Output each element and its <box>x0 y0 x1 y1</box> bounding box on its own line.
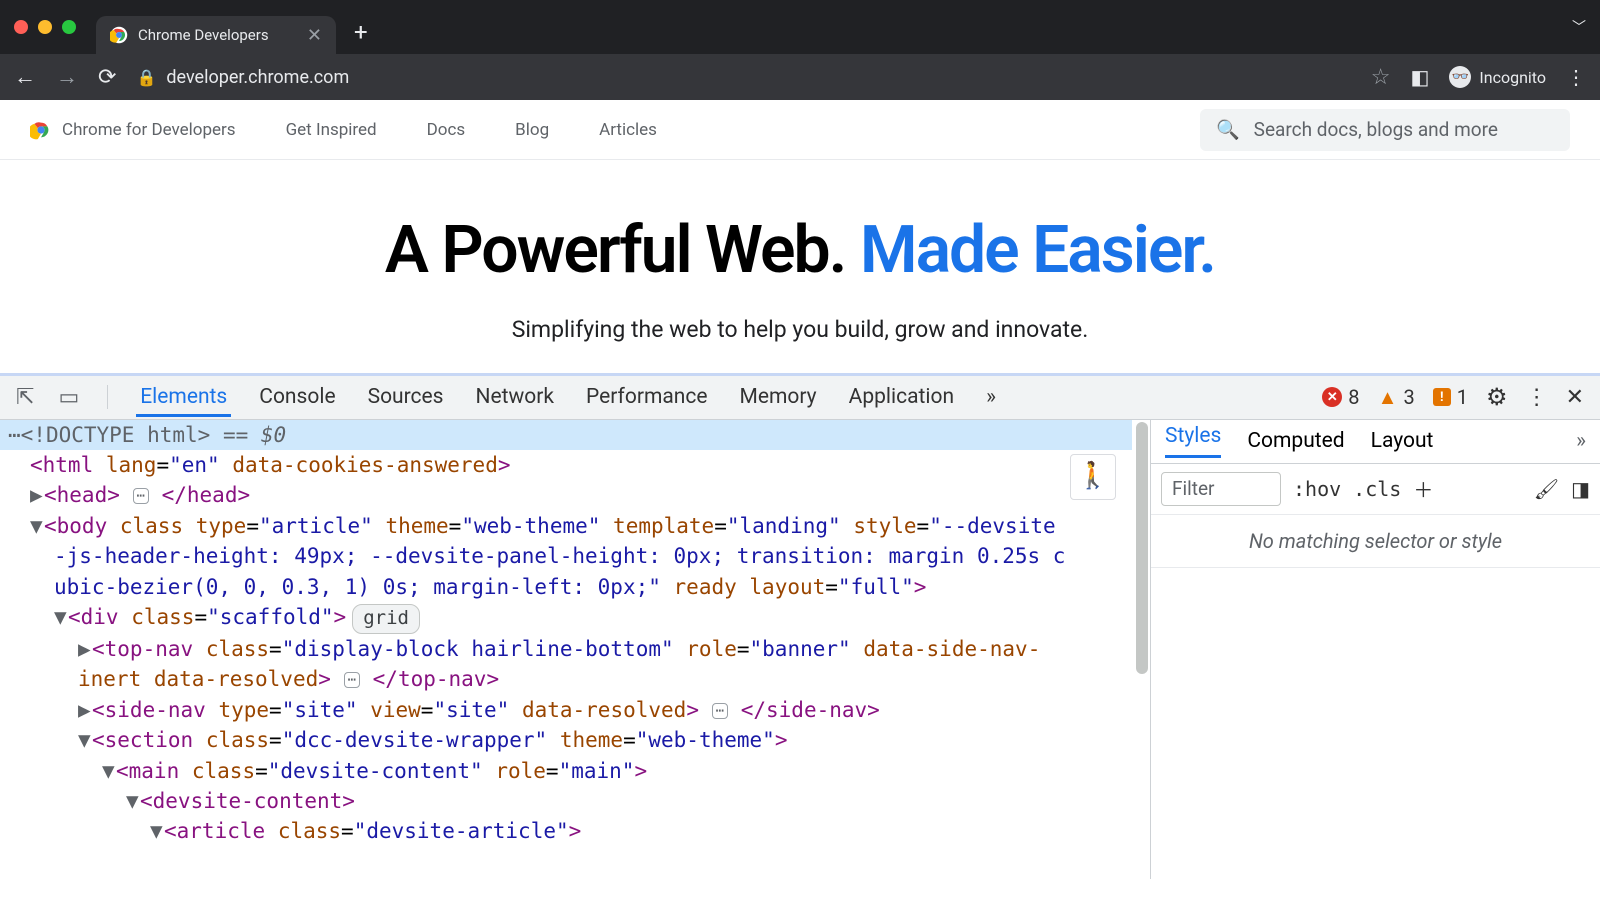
panel-button[interactable]: ◧ <box>1410 65 1429 89</box>
styles-overflow[interactable]: » <box>1576 429 1586 453</box>
tab-sources[interactable]: Sources <box>364 377 448 417</box>
tab-title: Chrome Developers <box>138 26 269 44</box>
no-matching-selector: No matching selector or style <box>1151 515 1600 568</box>
hero-section: A Powerful Web. Made Easier. Simplifying… <box>0 160 1600 373</box>
address-bar[interactable]: 🔒 developer.chrome.com <box>136 67 1350 88</box>
devtools-body: 🚶 ⋯<!DOCTYPE html> == $0 <html lang="en"… <box>0 420 1600 879</box>
browser-tab[interactable]: Chrome Developers ✕ <box>96 16 336 54</box>
new-tab-button[interactable]: + <box>354 18 368 46</box>
tabs-overflow[interactable]: » <box>982 377 1000 417</box>
dom-node-body-cont1[interactable]: -js-header-height: 49px; --devsite-panel… <box>0 541 1132 571</box>
site-header: Chrome for Developers Get Inspired Docs … <box>0 100 1600 160</box>
bookmark-button[interactable]: ☆ <box>1371 65 1391 90</box>
dom-node-sidenav[interactable]: ▶<side-nav type="site" view="site" data-… <box>0 695 1132 725</box>
hero-subtitle: Simplifying the web to help you build, g… <box>0 316 1600 343</box>
nav-articles[interactable]: Articles <box>599 120 657 140</box>
dom-node-html[interactable]: <html lang="en" data-cookies-answered> <box>0 450 1132 480</box>
dom-node-devsite-content[interactable]: ▼<devsite-content> <box>0 786 1132 816</box>
paint-icon[interactable]: 🖌 <box>1534 477 1559 501</box>
settings-icon[interactable]: ⚙ <box>1486 383 1508 411</box>
styles-tabbar: Styles Computed Layout » <box>1151 420 1600 464</box>
tab-console[interactable]: Console <box>255 377 339 417</box>
search-icon: 🔍 <box>1216 118 1240 141</box>
back-button[interactable]: ← <box>14 64 36 90</box>
nav-blog[interactable]: Blog <box>515 120 549 140</box>
dom-node-head[interactable]: ▶<head> ⋯ </head> <box>0 480 1132 510</box>
issue-count[interactable]: !1 <box>1433 385 1468 409</box>
close-window-button[interactable] <box>14 20 28 34</box>
sidepanel-icon[interactable]: ◨ <box>1571 477 1590 501</box>
window-titlebar: Chrome Developers ✕ + ﹀ <box>0 0 1600 54</box>
separator <box>107 385 108 409</box>
dom-node-section[interactable]: ▼<section class="dcc-devsite-wrapper" th… <box>0 725 1132 755</box>
site-brand[interactable]: Chrome for Developers <box>30 119 236 141</box>
dom-node-main[interactable]: ▼<main class="devsite-content" role="mai… <box>0 756 1132 786</box>
incognito-icon: 👓 <box>1449 66 1471 88</box>
dom-node-body[interactable]: ▼<body class type="article" theme="web-t… <box>0 511 1132 541</box>
tab-performance[interactable]: Performance <box>582 377 711 417</box>
tab-application[interactable]: Application <box>845 377 958 417</box>
hero-title: A Powerful Web. Made Easier. <box>0 215 1600 288</box>
close-tab-button[interactable]: ✕ <box>307 25 322 46</box>
error-icon: ✕ <box>1322 387 1342 407</box>
search-input[interactable]: 🔍 Search docs, blogs and more <box>1200 109 1570 151</box>
scrollbar[interactable] <box>1134 420 1150 879</box>
nav-docs[interactable]: Docs <box>427 120 466 140</box>
lock-icon: 🔒 <box>136 68 156 87</box>
url-text: developer.chrome.com <box>166 67 349 88</box>
reload-button[interactable]: ⟳ <box>98 65 116 90</box>
device-toggle-icon[interactable]: ▭ <box>58 385 79 410</box>
styles-filter-input[interactable]: Filter <box>1161 472 1281 506</box>
chrome-logo-icon <box>30 119 52 141</box>
forward-button[interactable]: → <box>56 64 78 90</box>
maximize-window-button[interactable] <box>62 20 76 34</box>
page-content: Chrome for Developers Get Inspired Docs … <box>0 100 1600 373</box>
tab-computed[interactable]: Computed <box>1247 429 1344 453</box>
dom-node-scaffold[interactable]: ▼<div class="scaffold">grid <box>0 602 1132 634</box>
tab-layout[interactable]: Layout <box>1371 429 1434 453</box>
inspect-icon[interactable]: ⇱ <box>16 385 34 410</box>
chrome-icon <box>110 26 128 44</box>
more-icon[interactable]: ⋮ <box>1526 385 1548 410</box>
styles-pane: Styles Computed Layout » Filter :hov .cl… <box>1150 420 1600 879</box>
chrome-menu-button[interactable]: ⋮ <box>1566 65 1586 89</box>
brand-text: Chrome for Developers <box>62 120 236 140</box>
dom-node-topnav-cont[interactable]: inert data-resolved> ⋯ </top-nav> <box>0 664 1132 694</box>
hero-title-blue: Made Easier. <box>860 212 1215 289</box>
incognito-label: Incognito <box>1479 68 1546 87</box>
devtools-panel: ⇱ ▭ Elements Console Sources Network Per… <box>0 373 1600 879</box>
profile-button[interactable]: 👓 Incognito <box>1449 66 1546 88</box>
devtools-tabbar: ⇱ ▭ Elements Console Sources Network Per… <box>0 376 1600 420</box>
nav-get-inspired[interactable]: Get Inspired <box>286 120 377 140</box>
styles-toolbar: Filter :hov .cls ＋ 🖌 ◨ <box>1151 464 1600 515</box>
search-placeholder: Search docs, blogs and more <box>1254 118 1498 141</box>
browser-toolbar: ← → ⟳ 🔒 developer.chrome.com ☆ ◧ 👓 Incog… <box>0 54 1600 100</box>
warning-icon: ▲ <box>1378 387 1398 407</box>
tab-styles[interactable]: Styles <box>1165 424 1221 458</box>
dom-tree[interactable]: 🚶 ⋯<!DOCTYPE html> == $0 <html lang="en"… <box>0 420 1150 879</box>
tabs-overflow-button[interactable]: ﹀ <box>1572 17 1586 37</box>
warning-count[interactable]: ▲3 <box>1378 385 1415 409</box>
hov-button[interactable]: :hov <box>1293 477 1341 501</box>
cls-button[interactable]: .cls <box>1353 477 1401 501</box>
dom-node-topnav[interactable]: ▶<top-nav class="display-block hairline-… <box>0 634 1132 664</box>
dom-node-article[interactable]: ▼<article class="devsite-article"> <box>0 816 1132 846</box>
tab-network[interactable]: Network <box>472 377 559 417</box>
tab-elements[interactable]: Elements <box>136 377 231 417</box>
dom-node-doctype[interactable]: ⋯<!DOCTYPE html> == $0 <box>0 420 1132 450</box>
accessibility-button[interactable]: 🚶 <box>1070 454 1116 500</box>
new-style-rule-button[interactable]: ＋ <box>1413 474 1433 503</box>
close-devtools-button[interactable]: ✕ <box>1566 385 1584 410</box>
issue-icon: ! <box>1433 388 1451 406</box>
dom-node-body-cont2[interactable]: ubic-bezier(0, 0, 0.3, 1) 0s; margin-lef… <box>0 572 1132 602</box>
window-controls <box>14 20 76 34</box>
minimize-window-button[interactable] <box>38 20 52 34</box>
hero-title-black: A Powerful Web. <box>385 212 860 289</box>
error-count[interactable]: ✕8 <box>1322 385 1359 409</box>
tab-memory[interactable]: Memory <box>736 377 821 417</box>
